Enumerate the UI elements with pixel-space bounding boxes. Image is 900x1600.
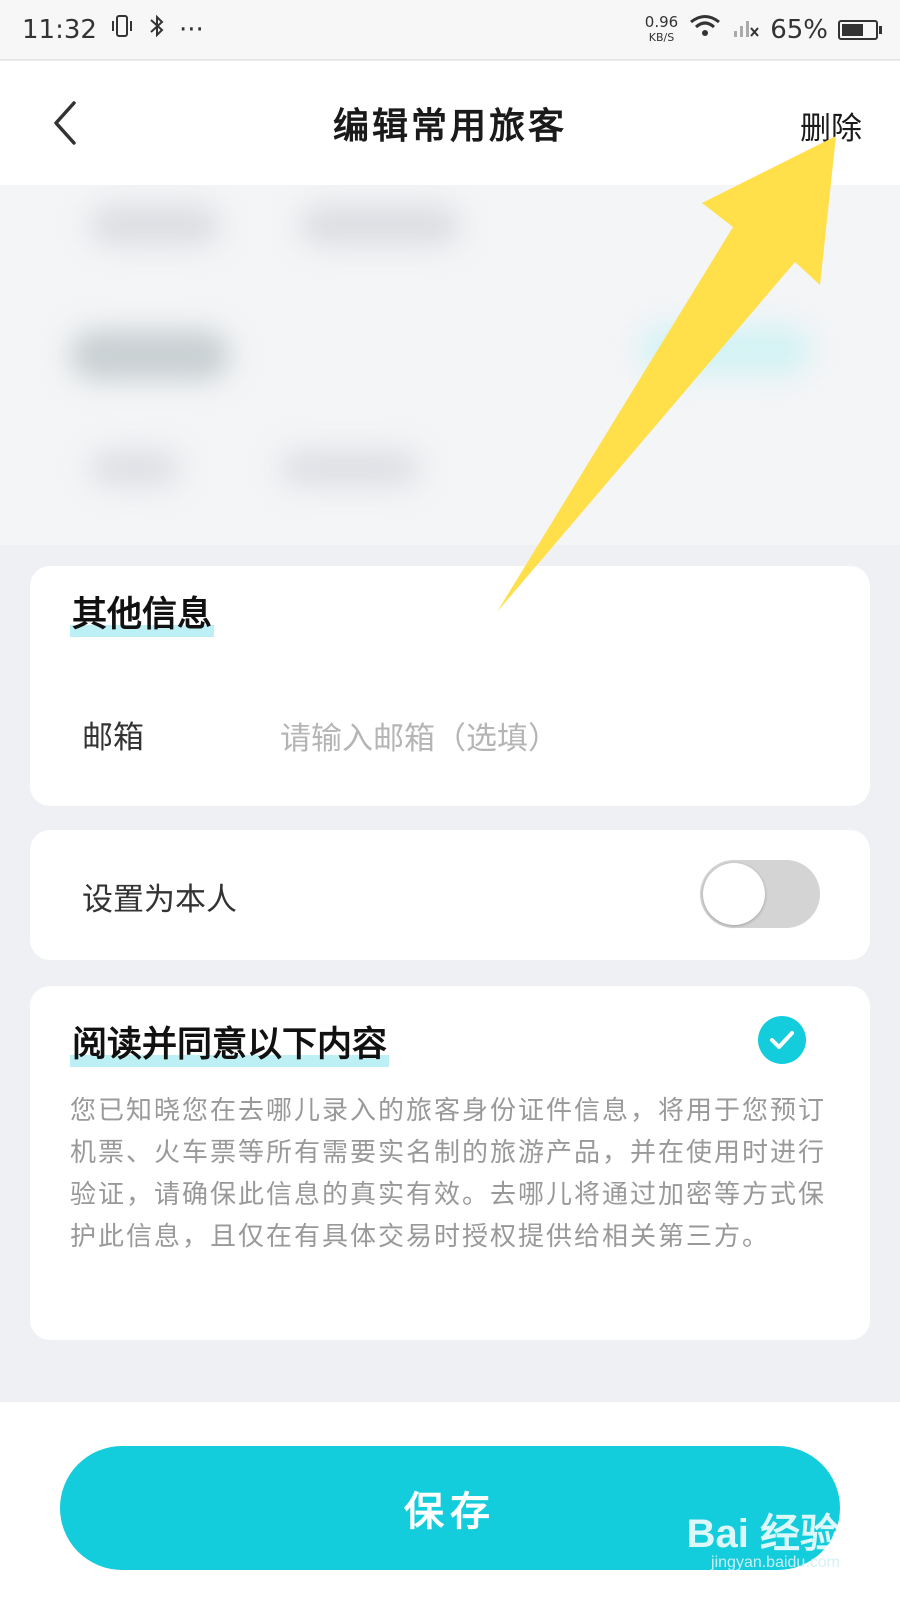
signal-icon <box>732 13 760 46</box>
wifi-icon <box>688 13 722 46</box>
nav-bar: 编辑常用旅客 删除 <box>0 61 900 185</box>
status-bar: 11:32 ··· 0.96 KB/S 65% <box>0 0 900 60</box>
other-info-card: 其他信息 邮箱 <box>30 566 870 806</box>
bottom-bar: 保存 Bai 经验 jingyan.baidu.com <box>0 1402 900 1600</box>
delete-button[interactable]: 删除 <box>800 103 862 148</box>
email-field[interactable] <box>280 714 800 764</box>
battery-icon <box>838 19 882 40</box>
back-icon[interactable] <box>48 99 88 147</box>
other-info-title: 其他信息 <box>70 586 215 637</box>
battery-percent: 65% <box>770 14 828 45</box>
more-status-icon: ··· <box>178 14 204 45</box>
bluetooth-icon <box>147 13 167 46</box>
email-label: 邮箱 <box>82 720 144 756</box>
agreement-text: 您已知晓您在去哪儿录入的旅客身份证件信息，将用于您预订机票、火车票等所有需要实名… <box>70 1096 827 1252</box>
set-self-label: 设置为本人 <box>82 882 237 918</box>
set-self-toggle[interactable] <box>700 860 820 928</box>
agree-checkbox[interactable] <box>758 1016 806 1064</box>
agreement-title: 阅读并同意以下内容 <box>70 1016 390 1067</box>
status-time: 11:32 <box>22 14 97 45</box>
agreement-card: 阅读并同意以下内容 您已知晓您在去哪儿录入的旅客身份证件信息，将用于您预订机票、… <box>30 986 870 1340</box>
network-speed: 0.96 KB/S <box>644 12 679 44</box>
toggle-knob <box>703 863 765 925</box>
vibrate-icon <box>109 13 135 46</box>
check-icon <box>770 1031 794 1049</box>
battery-fill <box>842 23 863 36</box>
redacted-passenger-info <box>0 185 900 545</box>
baidu-watermark: Bai 经验 jingyan.baidu.com <box>686 1512 840 1571</box>
set-self-card: 设置为本人 <box>30 830 870 960</box>
page-title: 编辑常用旅客 <box>332 106 567 147</box>
